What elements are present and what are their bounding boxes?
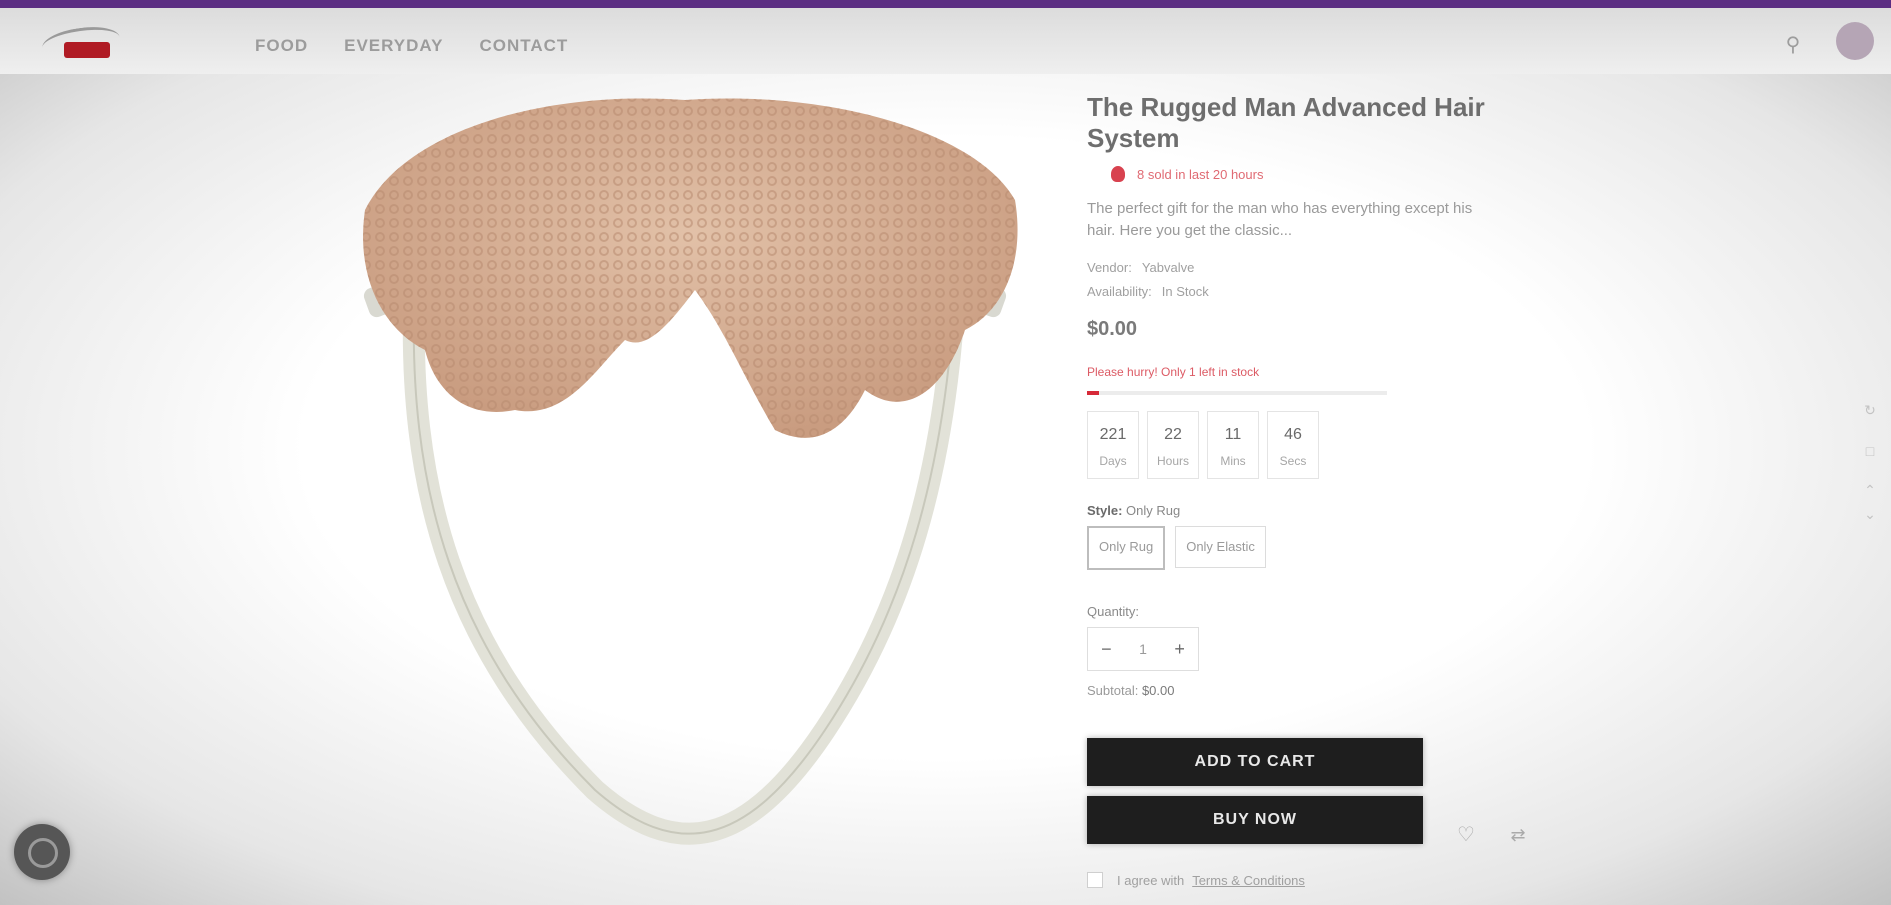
product-image[interactable] bbox=[345, 90, 1035, 870]
account-icon[interactable] bbox=[1836, 22, 1874, 60]
agree-text: I agree with bbox=[1117, 872, 1185, 888]
search-icon[interactable]: ⚲ bbox=[1782, 34, 1804, 56]
stock-progress-bar bbox=[1087, 391, 1387, 395]
buy-now-button[interactable]: BUY NOW bbox=[1087, 796, 1423, 844]
product-title: The Rugged Man Advanced Hair System bbox=[1087, 92, 1485, 153]
countdown-unit: Days bbox=[1099, 454, 1127, 468]
countdown-unit: Hours bbox=[1156, 454, 1189, 468]
main-nav: FOOD EVERYDAY CONTACT bbox=[255, 36, 568, 56]
site-header: FOOD EVERYDAY CONTACT ⚲ bbox=[0, 8, 1891, 74]
countdown-hours: 22 Hours bbox=[1147, 411, 1199, 479]
style-label: Style: bbox=[1087, 503, 1123, 518]
site-logo[interactable] bbox=[34, 22, 122, 63]
sidebar-compare-icon[interactable]: ↻ bbox=[1862, 402, 1878, 418]
countdown-timer: 221 Days 22 Hours 11 Mins 46 Secs bbox=[1087, 411, 1507, 479]
product-description: The perfect gift for the man who has eve… bbox=[1087, 200, 1473, 239]
sold-indicator: 8 sold in last 20 hours bbox=[1111, 166, 1507, 182]
product-info-panel: The Rugged Man Advanced Hair System 8 so… bbox=[1087, 92, 1507, 844]
vendor-value[interactable]: Yabvalve bbox=[1142, 260, 1195, 275]
subtotal-value: $0.00 bbox=[1141, 683, 1175, 698]
countdown-days: 221 Days bbox=[1087, 411, 1139, 479]
logo-mark bbox=[64, 42, 110, 58]
availability-label: Availability: bbox=[1087, 284, 1152, 299]
subtotal: Subtotal: $0.00 bbox=[1087, 683, 1507, 698]
share-icon[interactable]: ⇄ bbox=[1505, 822, 1531, 848]
terms-link[interactable]: Terms & Conditions bbox=[1192, 873, 1305, 888]
nav-item-food[interactable]: FOOD bbox=[255, 36, 308, 56]
chat-widget-button[interactable] bbox=[14, 824, 70, 880]
product-price: $0.00 bbox=[1087, 318, 1138, 340]
nav-item-contact[interactable]: CONTACT bbox=[479, 36, 568, 56]
countdown-value: 22 bbox=[1164, 426, 1182, 443]
countdown-mins: 11 Mins bbox=[1207, 411, 1259, 479]
chat-icon bbox=[28, 838, 58, 868]
flame-icon bbox=[1111, 166, 1125, 182]
option-only-rug[interactable]: Only Rug bbox=[1087, 526, 1166, 570]
wishlist-heart-icon[interactable]: ♡ bbox=[1453, 822, 1479, 848]
countdown-secs: 46 Secs bbox=[1267, 411, 1319, 479]
style-selector-label: Style: Only Rug bbox=[1087, 503, 1507, 518]
terms-checkbox[interactable] bbox=[1087, 872, 1103, 888]
top-accent-strip bbox=[0, 0, 1891, 8]
vendor-label: Vendor: bbox=[1087, 260, 1132, 275]
quantity-stepper: − 1 + bbox=[1087, 627, 1199, 671]
terms-agreement: I agree with Terms & Conditions bbox=[1087, 872, 1305, 888]
style-options: Only Rug Only Elastic bbox=[1087, 526, 1507, 570]
nav-item-everyday[interactable]: EVERYDAY bbox=[344, 36, 443, 56]
countdown-value: 46 bbox=[1284, 426, 1302, 443]
sidebar-up-icon[interactable]: ⌃ bbox=[1862, 482, 1878, 498]
style-value: Only Rug bbox=[1126, 503, 1181, 518]
quantity-decrease-button[interactable]: − bbox=[1088, 628, 1125, 670]
product-meta: Vendor: Yabvalve Availability: In Stock bbox=[1087, 256, 1507, 304]
add-to-cart-button[interactable]: ADD TO CART bbox=[1087, 738, 1423, 786]
countdown-value: 11 bbox=[1224, 426, 1242, 443]
subtotal-label: Subtotal: bbox=[1087, 683, 1139, 698]
countdown-value: 221 bbox=[1099, 426, 1127, 443]
stock-progress-fill bbox=[1087, 391, 1099, 395]
sidebar-down-icon[interactable]: ⌄ bbox=[1862, 506, 1878, 522]
quantity-input[interactable]: 1 bbox=[1125, 628, 1162, 670]
option-only-elastic[interactable]: Only Elastic bbox=[1175, 526, 1266, 568]
sidebar-cart-icon[interactable]: □ bbox=[1862, 443, 1878, 459]
stock-warning: Please hurry! Only 1 left in stock bbox=[1087, 365, 1260, 379]
availability-value: In Stock bbox=[1161, 284, 1209, 299]
sold-text: 8 sold in last 20 hours bbox=[1137, 166, 1264, 182]
countdown-unit: Mins bbox=[1220, 454, 1246, 468]
quantity-increase-button[interactable]: + bbox=[1161, 628, 1198, 670]
countdown-unit: Secs bbox=[1279, 454, 1307, 468]
quantity-label: Quantity: bbox=[1087, 604, 1140, 619]
